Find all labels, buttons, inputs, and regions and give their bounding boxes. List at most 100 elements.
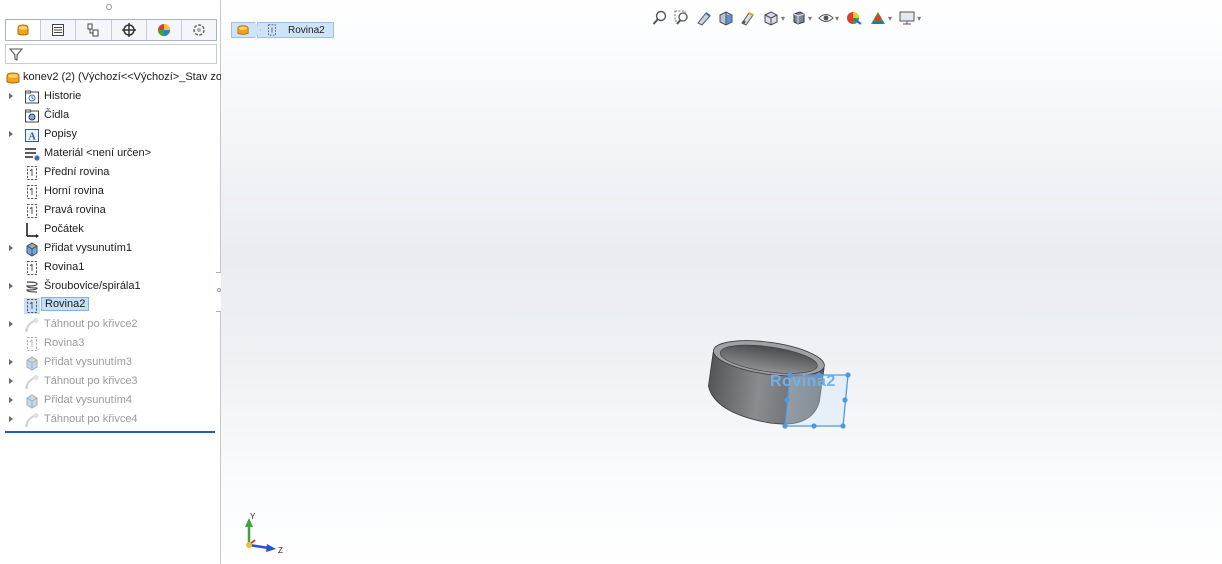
section-view-icon xyxy=(719,11,733,26)
zoom-to-area-button[interactable] xyxy=(674,10,690,26)
sweep-icon xyxy=(25,413,39,427)
expand-arrow-icon[interactable] xyxy=(9,93,13,99)
edit-appearance-button[interactable] xyxy=(845,10,863,26)
plane-icon xyxy=(24,298,40,314)
hide-show-items-button[interactable]: ▾ xyxy=(818,10,839,26)
previous-view-button[interactable] xyxy=(696,10,712,26)
tree-item[interactable]: Rovina2 xyxy=(0,296,220,315)
expand-arrow-icon[interactable] xyxy=(9,359,13,365)
tree-item-label: Táhnout po křivce4 xyxy=(44,413,138,425)
breadcrumb-item[interactable]: Rovina2 xyxy=(257,22,334,38)
apply-scene-icon xyxy=(871,12,886,24)
helix-icon xyxy=(26,281,38,293)
display-style-button[interactable]: ▾ xyxy=(791,10,812,26)
expand-arrow-icon[interactable] xyxy=(9,397,13,403)
breadcrumb: Rovina2 xyxy=(231,22,334,38)
svg-text:A: A xyxy=(29,132,37,143)
tree-item[interactable]: Přidat vysunutím3 xyxy=(0,353,220,372)
dynamic-annotation-views-button[interactable] xyxy=(740,10,756,26)
tree-root-label: konev2 (2) (Výchozí<<Výchozí>_Stav zob xyxy=(23,71,229,83)
extrude-icon xyxy=(26,394,38,409)
tree-item[interactable]: Rovina1 xyxy=(0,258,220,277)
tree-item[interactable]: Šroubovice/spirála1 xyxy=(0,277,220,296)
graphics-viewport[interactable]: Rovina2 ▾ ▾ ▾ ▾ ▾ Rovina2 Y Z xyxy=(221,0,1222,564)
tree-item-label: Materiál <není určen> xyxy=(44,147,152,159)
tree-item-label: Táhnout po křivce2 xyxy=(44,318,138,330)
reference-triad: Y Z xyxy=(245,512,283,555)
chevron-down-icon: ▾ xyxy=(808,13,813,23)
chevron-down-icon: ▾ xyxy=(835,13,840,23)
plane-name-label: Rovina2 xyxy=(770,373,836,390)
triad-z-label: Z xyxy=(278,546,283,555)
tab-display-manager[interactable] xyxy=(147,20,182,40)
tab-property-manager[interactable] xyxy=(41,20,77,40)
feature-tree: konev2 (2) (Výchozí<<Výchozí>_Stav zob H… xyxy=(0,68,228,429)
view-settings-button[interactable]: ▾ xyxy=(898,10,921,26)
breadcrumb-item-label: Rovina2 xyxy=(288,24,325,36)
display-manager-icon xyxy=(157,24,170,36)
tree-item[interactable]: Přidat vysunutím1 xyxy=(0,239,220,258)
previous-view-icon xyxy=(697,12,711,26)
configuration-manager-icon xyxy=(87,23,99,37)
tree-item[interactable]: Materiál <není určen> xyxy=(0,144,220,163)
tree-item[interactable]: Čidla xyxy=(0,106,220,125)
tree-item-label: Historie xyxy=(44,90,82,102)
tree-item[interactable]: A Popisy xyxy=(0,125,220,144)
feature-manager-panel: konev2 (2) (Výchozí<<Výchozí>_Stav zob H… xyxy=(0,0,228,564)
zoom-to-area-icon xyxy=(674,10,688,25)
tab-configuration-manager[interactable] xyxy=(76,20,112,40)
expand-arrow-icon[interactable] xyxy=(9,245,13,251)
expand-arrow-icon[interactable] xyxy=(9,131,13,137)
sweep-icon xyxy=(25,375,39,389)
eye-icon xyxy=(818,14,834,22)
property-manager-icon xyxy=(52,24,65,36)
breadcrumb-part-button[interactable] xyxy=(231,22,261,38)
tree-item[interactable]: Historie xyxy=(0,87,220,106)
chevron-down-icon: ▾ xyxy=(917,13,922,23)
tree-item[interactable]: Počátek xyxy=(0,220,220,239)
custom-tab-icon xyxy=(193,24,205,36)
dynamic-annotation-views-icon xyxy=(741,12,754,26)
tree-item[interactable]: Táhnout po křivce4 xyxy=(0,410,220,429)
tab-custom[interactable] xyxy=(182,20,216,40)
tree-item[interactable]: Rovina3 xyxy=(0,334,220,353)
expand-arrow-icon[interactable] xyxy=(9,321,13,327)
tree-item-label: Počátek xyxy=(44,223,84,235)
tree-item-label: Přidat vysunutím3 xyxy=(44,356,133,368)
panel-grip-dot[interactable] xyxy=(106,4,112,10)
tree-item[interactable]: Pravá rovina xyxy=(0,201,220,220)
zoom-to-fit-icon xyxy=(652,10,667,25)
tree-item-label: Šroubovice/spirála1 xyxy=(44,280,141,292)
tree-item[interactable]: Přední rovina xyxy=(0,163,220,182)
tree-item-label: Horní rovina xyxy=(44,185,104,197)
tree-item[interactable]: Táhnout po křivce3 xyxy=(0,372,220,391)
plane-icon xyxy=(27,204,37,218)
rollback-bar[interactable] xyxy=(5,431,215,433)
tree-item[interactable]: Přidat vysunutím4 xyxy=(0,391,220,410)
extrude-icon xyxy=(26,242,38,257)
section-view-button[interactable] xyxy=(718,10,734,26)
material-icon xyxy=(25,148,40,161)
tree-root-part[interactable]: konev2 (2) (Výchozí<<Výchozí>_Stav zob xyxy=(0,68,228,87)
tab-feature-manager[interactable] xyxy=(6,20,42,40)
expand-arrow-icon[interactable] xyxy=(9,416,13,422)
tab-dimxpert[interactable] xyxy=(112,20,147,40)
zoom-to-fit-button[interactable] xyxy=(652,10,668,26)
expand-arrow-icon[interactable] xyxy=(9,283,13,289)
plane-icon xyxy=(268,24,276,36)
apply-scene-button[interactable]: ▾ xyxy=(869,10,892,26)
expand-arrow-icon[interactable] xyxy=(9,378,13,384)
tree-item[interactable]: Táhnout po křivce2 xyxy=(0,315,220,334)
tree-item-label: Čidla xyxy=(44,109,70,121)
annotations-icon: A xyxy=(25,129,39,143)
triad-y-label: Y xyxy=(250,512,256,521)
view-orientation-button[interactable]: ▾ xyxy=(762,10,785,26)
filter-icon[interactable] xyxy=(9,48,23,61)
tree-item[interactable]: Horní rovina xyxy=(0,182,220,201)
chevron-down-icon: ▾ xyxy=(888,13,893,23)
tree-item-label: Rovina3 xyxy=(44,337,85,349)
chevron-down-icon: ▾ xyxy=(781,13,786,23)
edit-appearance-icon xyxy=(847,12,862,25)
tree-item-label: Rovina1 xyxy=(44,261,85,273)
tree-filter-field[interactable] xyxy=(5,44,217,64)
